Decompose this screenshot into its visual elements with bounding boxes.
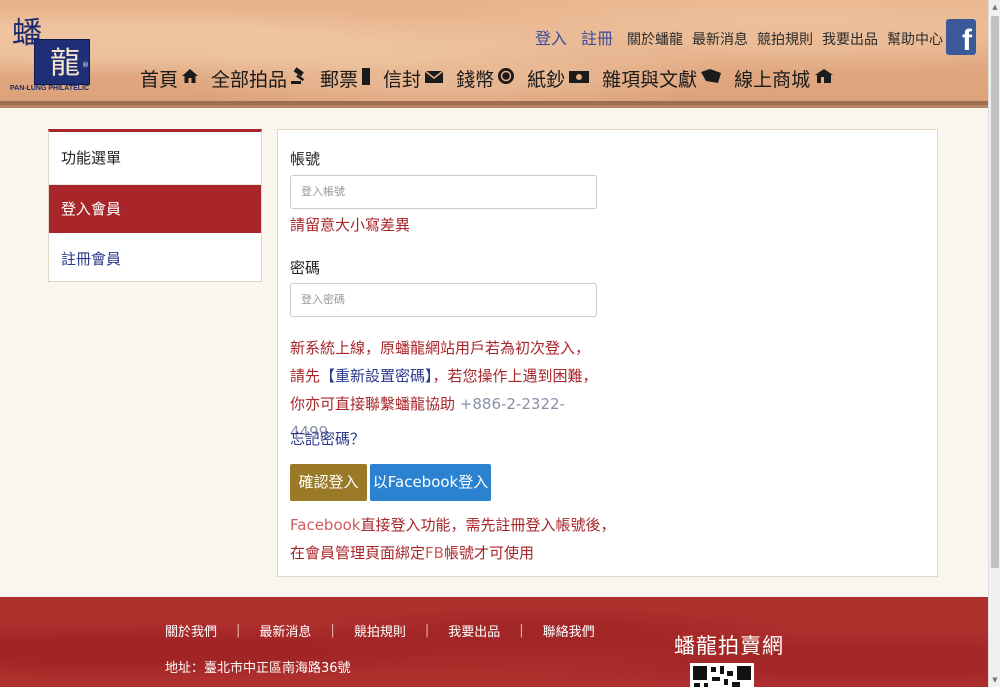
book-icon <box>700 68 722 89</box>
logo-char-2: 龍 <box>50 46 80 81</box>
nav-label: 紙鈔 <box>527 69 566 91</box>
nav-label: 郵票 <box>320 69 359 91</box>
reset-password-link[interactable]: 【重新設置密碼】 <box>320 367 433 385</box>
login-link[interactable]: 登入 <box>535 25 567 49</box>
confirm-login-button[interactable]: 確認登入 <box>290 464 367 501</box>
fb-note-text-2: 帳號才可使用 <box>443 544 534 562</box>
case-sensitivity-hint: 請留意大小寫差異 <box>290 216 411 234</box>
footer-separator: | <box>330 623 335 638</box>
nav-label: 信封 <box>383 69 422 91</box>
password-label: 密碼 <box>290 259 321 277</box>
main-nav: 首頁 全部拍品 郵票 信封 錢幣 紙鈔 雜項與文獻 線上商城 <box>140 65 847 92</box>
sidebar-item-register[interactable]: 註冊會員 <box>49 233 261 281</box>
footer-rules-link[interactable]: 競拍規則 <box>354 621 406 640</box>
footer-address: 地址：臺北市中正區南海路36號 <box>165 661 351 676</box>
fb-note-facebook: Facebook <box>290 516 361 534</box>
stamp-icon <box>361 67 371 91</box>
shop-icon <box>813 68 835 89</box>
consign-link[interactable]: 我要出品 <box>822 29 878 49</box>
function-menu-title: 功能選單 <box>49 132 261 185</box>
function-menu: 功能選單 登入會員 註冊會員 <box>48 129 262 282</box>
logo-subtitle: PAN-LUNG PHILATELIC <box>10 85 90 92</box>
logo-char-1: 蟠 <box>12 16 42 51</box>
gavel-icon <box>290 67 308 90</box>
sidebar-item-login[interactable]: 登入會員 <box>49 185 261 233</box>
nav-online-shop[interactable]: 線上商城 <box>734 65 835 92</box>
footer-contact-link[interactable]: 聯絡我們 <box>543 621 595 640</box>
footer-brand: 蟠龍拍賣網 <box>674 634 784 658</box>
site-header: 蟠 龍 ® PAN-LUNG PHILATELIC 登入 註冊 關於蟠龍 最新消… <box>0 0 988 108</box>
footer-about-link[interactable]: 關於我們 <box>165 621 217 640</box>
footer-news-link[interactable]: 最新消息 <box>259 621 311 640</box>
account-input[interactable]: 登入帳號 <box>290 175 597 209</box>
site-footer: 關於我們 | 最新消息 | 競拍規則 | 我要出品 | 聯絡我們 地址：臺北市中… <box>0 597 988 687</box>
banknote-icon <box>568 69 590 89</box>
top-links: 登入 註冊 關於蟠龍 最新消息 競拍規則 我要出品 幫助中心 <box>535 25 952 49</box>
qr-code <box>690 663 754 687</box>
nav-misc-documents[interactable]: 雜項與文獻 <box>602 65 722 92</box>
coin-icon <box>497 67 515 90</box>
nav-home[interactable]: 首頁 <box>140 65 199 92</box>
nav-banknotes[interactable]: 紙鈔 <box>527 65 590 92</box>
register-link[interactable]: 註冊 <box>581 25 613 49</box>
scroll-up-icon[interactable]: ▲ <box>989 0 1000 14</box>
footer-separator: | <box>236 623 241 638</box>
news-link[interactable]: 最新消息 <box>692 29 748 49</box>
nav-stamps[interactable]: 郵票 <box>320 65 371 92</box>
rules-link[interactable]: 競拍規則 <box>757 29 813 49</box>
fb-note-fb: FB <box>425 544 444 562</box>
scrollbar-thumb[interactable] <box>991 16 999 568</box>
forgot-password-link[interactable]: 忘記密碼？ <box>290 428 365 449</box>
about-link[interactable]: 關於蟠龍 <box>627 29 683 49</box>
account-label: 帳號 <box>290 150 321 168</box>
facebook-icon[interactable]: f <box>946 19 976 55</box>
nav-all-lots[interactable]: 全部拍品 <box>211 65 308 92</box>
footer-separator: | <box>519 623 524 638</box>
footer-separator: | <box>424 623 430 638</box>
home-icon <box>181 68 199 89</box>
password-input[interactable]: 登入密碼 <box>290 283 597 317</box>
footer-consign-link[interactable]: 我要出品 <box>448 621 500 640</box>
envelope-icon <box>424 69 444 89</box>
page-scrollbar[interactable]: ▲ ▼ <box>988 0 1000 687</box>
nav-label: 線上商城 <box>734 69 811 91</box>
login-panel: 帳號 登入帳號 請留意大小寫差異 密碼 登入密碼 新系統上線，原蟠龍網站用戶若為… <box>277 129 938 577</box>
scroll-down-icon[interactable]: ▼ <box>989 673 1000 687</box>
logo-registered-mark: ® <box>82 61 89 69</box>
nav-label: 錢幣 <box>456 69 495 91</box>
nav-envelopes[interactable]: 信封 <box>383 65 444 92</box>
facebook-login-button[interactable]: 以Facebook登入 <box>370 464 491 501</box>
facebook-login-note: Facebook直接登入功能，需先註冊登入帳號後，在會員管理頁面綁定FB帳號才可… <box>290 511 620 567</box>
site-logo[interactable]: 蟠 龍 ® PAN-LUNG PHILATELIC <box>10 15 92 97</box>
nav-coins[interactable]: 錢幣 <box>456 65 515 92</box>
nav-label: 雜項與文獻 <box>602 69 698 91</box>
help-link[interactable]: 幫助中心 <box>887 29 943 49</box>
nav-label: 全部拍品 <box>211 69 288 91</box>
footer-links: 關於我們 | 最新消息 | 競拍規則 | 我要出品 | 聯絡我們 <box>165 621 595 640</box>
nav-label: 首頁 <box>140 69 179 91</box>
